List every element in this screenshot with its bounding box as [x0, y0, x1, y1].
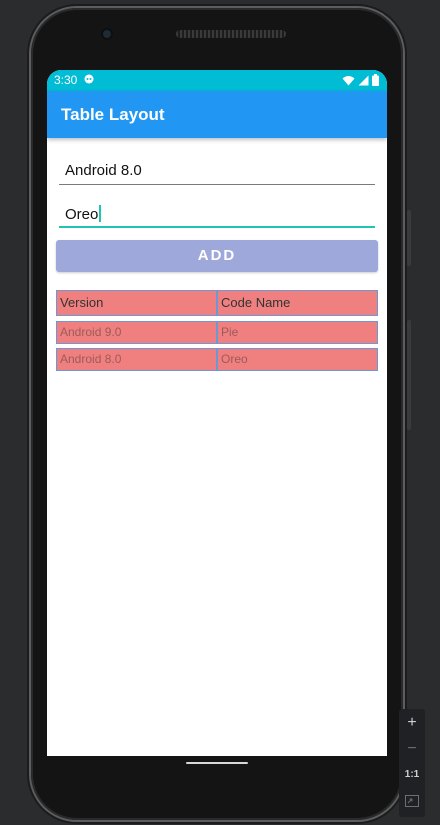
version-input-value: Android 8.0: [65, 162, 142, 179]
codename-input[interactable]: Oreo: [59, 198, 375, 228]
wifi-icon: [342, 75, 355, 85]
table-row: Android 9.0 Pie: [56, 321, 378, 344]
add-button[interactable]: ADD: [56, 240, 378, 272]
volume-button[interactable]: [407, 320, 411, 430]
actual-size-button[interactable]: 1:1: [399, 763, 425, 787]
table-cell-version: Android 8.0: [56, 348, 217, 371]
zoom-in-button[interactable]: +: [399, 711, 425, 735]
app-bar: Table Layout: [47, 91, 387, 138]
codename-input-wrapper: Oreo: [65, 205, 102, 223]
header-code-name: Code Name: [217, 290, 378, 316]
power-button[interactable]: [407, 210, 411, 266]
status-time: 3:30: [54, 73, 78, 87]
battery-icon: [372, 74, 379, 86]
home-gesture-bar[interactable]: [186, 762, 248, 764]
table-cell-code-name: Pie: [217, 321, 378, 344]
codename-input-value: Oreo: [65, 206, 99, 223]
text-cursor: [99, 205, 102, 222]
table-row: Android 8.0 Oreo: [56, 348, 378, 371]
app-title: Table Layout: [61, 105, 165, 124]
table-cell-code-name: Oreo: [217, 348, 378, 371]
signal-icon: [358, 75, 369, 85]
front-camera: [101, 28, 113, 40]
device-screen: 3:30 Table Layout Android 8.0 Oreo ADD V…: [47, 70, 387, 756]
table-header-row: Version Code Name: [56, 290, 378, 316]
version-input[interactable]: Android 8.0: [59, 155, 375, 185]
table-cell-version: Android 9.0: [56, 321, 217, 344]
emulator-toolbar: + − 1:1: [399, 709, 425, 817]
fit-screen-icon: [405, 795, 419, 807]
header-version: Version: [56, 290, 217, 316]
emulator-stage: 3:30 Table Layout Android 8.0 Oreo ADD V…: [0, 0, 440, 825]
zoom-out-button[interactable]: −: [399, 737, 425, 761]
codename-input-underline: [59, 226, 375, 228]
assistant-icon: [84, 74, 94, 84]
status-bar: 3:30: [47, 70, 387, 91]
earpiece-speaker: [176, 30, 286, 38]
status-icons: [342, 74, 379, 86]
version-input-underline: [59, 184, 375, 185]
fit-screen-button[interactable]: [399, 789, 425, 813]
